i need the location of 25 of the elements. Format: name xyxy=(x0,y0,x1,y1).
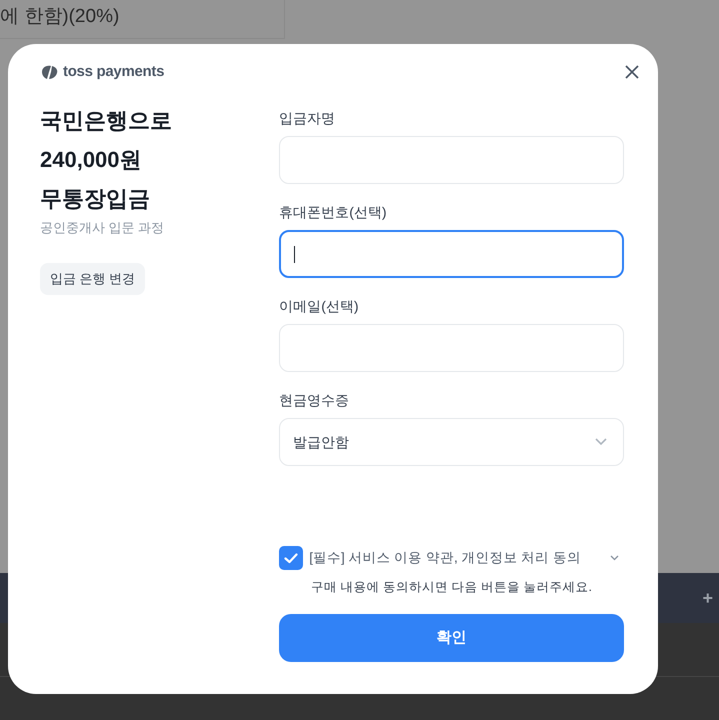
course-name: 공인중개사 입문 과정 xyxy=(40,219,166,237)
dialog-title: 240,000원 xyxy=(40,146,143,174)
chevron-down-icon xyxy=(595,438,607,446)
chevron-down-icon[interactable] xyxy=(610,555,619,562)
brand-name: toss payments xyxy=(63,62,164,82)
text-cursor xyxy=(294,246,296,262)
select-field[interactable]: 발급안함 xyxy=(279,418,624,466)
change-bank-button[interactable]: 입금 은행 변경 xyxy=(40,262,146,294)
agreement-label: [필수] 서비스 이용 약관, 개인정보 처리 동의 xyxy=(309,549,581,568)
close-icon xyxy=(625,65,639,79)
close-button[interactable] xyxy=(624,64,640,80)
input-field[interactable] xyxy=(279,230,624,278)
dialog-title: 국민은행으로 xyxy=(40,107,173,135)
logo-icon xyxy=(40,64,60,80)
dialog-title: 무통장입금 xyxy=(40,185,151,213)
field-label: 입금자명 xyxy=(279,109,336,128)
notice-text: 구매 내용에 동의하시면 다음 버튼을 눌러주세요. xyxy=(310,579,594,596)
agreement-checkbox[interactable] xyxy=(279,546,304,570)
confirm-button[interactable]: 확인 xyxy=(279,614,624,662)
check-icon xyxy=(284,552,298,564)
table-cell: 에 한함)(20%) xyxy=(0,0,285,39)
field-label: 휴대폰번호(선택) xyxy=(279,203,388,222)
add-button[interactable]: + xyxy=(702,584,713,612)
field-label: 이메일(선택) xyxy=(279,297,360,316)
field-label: 현금영수증 xyxy=(279,391,350,410)
